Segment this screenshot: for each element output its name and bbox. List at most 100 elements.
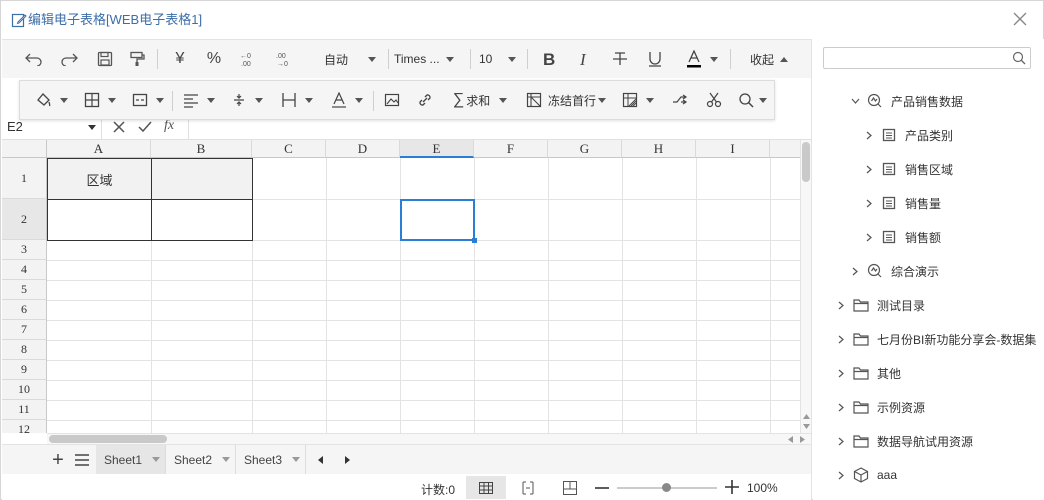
borders-button[interactable] — [82, 88, 118, 112]
redo-button[interactable] — [57, 47, 81, 71]
scroll-right-icon[interactable] — [800, 436, 805, 443]
close-icon[interactable] — [1013, 12, 1027, 26]
confirm-icon[interactable] — [138, 120, 152, 134]
increase-decimal-button[interactable]: ←0.00 — [237, 47, 261, 71]
zoom-in-icon[interactable] — [725, 480, 739, 494]
sheet-list-button[interactable] — [73, 448, 91, 472]
column-header[interactable]: H — [622, 140, 696, 158]
column-header[interactable] — [770, 140, 800, 158]
row-header[interactable]: 10 — [2, 380, 47, 400]
spreadsheet-grid[interactable]: A B C D E F G H I 1 2 3 4 5 6 7 8 9 10 1… — [2, 140, 800, 433]
column-width-button[interactable] — [278, 88, 316, 112]
cell-b1[interactable] — [151, 158, 253, 200]
save-button[interactable] — [93, 47, 117, 71]
align-button[interactable] — [180, 88, 218, 112]
tree-item-field[interactable]: 销售额 — [863, 226, 941, 248]
select-all-corner[interactable] — [2, 140, 47, 158]
cell-b2[interactable] — [151, 199, 253, 241]
tree-item-folder[interactable]: 数据导航试用资源 — [835, 430, 973, 452]
column-header[interactable]: E — [400, 140, 474, 158]
vertical-scrollbar[interactable] — [800, 140, 811, 433]
sheet-tab[interactable]: Sheet3 — [236, 445, 306, 474]
column-header[interactable]: G — [548, 140, 622, 158]
row-header[interactable]: 6 — [2, 300, 47, 320]
undo-button[interactable] — [22, 47, 46, 71]
strikethrough-button[interactable] — [608, 47, 632, 71]
row-header[interactable]: 12 — [2, 420, 47, 433]
zoom-out-icon[interactable] — [595, 483, 609, 493]
search-icon[interactable] — [1012, 51, 1026, 65]
insert-image-button[interactable] — [380, 88, 404, 112]
tree-item-field[interactable]: 产品类别 — [863, 124, 953, 146]
wrap-mode-select[interactable]: 自动 — [320, 47, 380, 71]
row-header[interactable]: 4 — [2, 260, 47, 280]
add-sheet-icon[interactable]: + — [49, 448, 67, 472]
row-header[interactable]: 1 — [2, 158, 47, 199]
horizontal-scrollbar[interactable] — [47, 433, 811, 444]
sum-button[interactable]: ∑ 求和 — [448, 88, 512, 112]
row-header[interactable]: 3 — [2, 240, 47, 260]
insert-link-button[interactable] — [413, 88, 437, 112]
format-painter-button[interactable] — [125, 47, 149, 71]
tree-item-field[interactable]: 销售量 — [863, 192, 941, 214]
function-icon[interactable]: fx — [164, 118, 174, 134]
fill-handle[interactable] — [472, 238, 477, 243]
chevron-right-icon[interactable] — [835, 469, 847, 481]
chevron-right-icon[interactable] — [849, 265, 861, 277]
font-size-select[interactable]: 10 — [479, 47, 519, 71]
horizontal-scroll-thumb[interactable] — [49, 435, 167, 443]
vertical-align-button[interactable] — [228, 88, 266, 112]
tree-item-field[interactable]: 销售区域 — [863, 158, 953, 180]
freeze-panes-button[interactable]: 冻结首行 — [522, 88, 610, 112]
underline-button[interactable] — [643, 47, 667, 71]
currency-button[interactable]: ¥ — [168, 47, 192, 71]
column-header[interactable]: I — [696, 140, 770, 158]
find-button[interactable] — [734, 88, 770, 112]
chevron-right-icon[interactable] — [835, 401, 847, 413]
sheet-tab[interactable]: Sheet2 — [166, 445, 236, 474]
tree-item-folder[interactable]: 其他 — [835, 362, 901, 384]
tree-item-folder[interactable]: 七月份BI新功能分享会-数据集 — [835, 328, 1036, 350]
text-color-button[interactable] — [327, 88, 367, 112]
column-header[interactable]: A — [47, 140, 151, 158]
merge-cells-button[interactable] — [130, 88, 166, 112]
row-header[interactable]: 7 — [2, 320, 47, 340]
normal-view-button[interactable] — [466, 476, 506, 499]
row-header[interactable]: 2 — [2, 199, 47, 240]
sheet-tab[interactable]: Sheet1 — [96, 445, 166, 474]
page-layout-button[interactable] — [516, 476, 540, 499]
font-color-button[interactable] — [682, 47, 722, 71]
scroll-left-icon[interactable] — [788, 436, 793, 443]
row-header[interactable]: 11 — [2, 400, 47, 420]
active-cell-e2[interactable] — [400, 199, 475, 241]
font-family-select[interactable]: Times ... — [394, 47, 464, 71]
decrease-decimal-button[interactable]: .00 →0 — [273, 47, 297, 71]
scroll-down-icon[interactable] — [803, 424, 810, 429]
next-sheet-icon[interactable] — [345, 456, 350, 464]
cancel-icon[interactable] — [112, 120, 126, 134]
row-header[interactable]: 8 — [2, 340, 47, 360]
column-header[interactable]: B — [151, 140, 252, 158]
tree-item-cube[interactable]: aaa — [835, 464, 897, 486]
tree-item-dataset[interactable]: 综合演示 — [849, 260, 939, 282]
conditional-format-button[interactable] — [618, 88, 658, 112]
column-header[interactable]: C — [252, 140, 326, 158]
chevron-right-icon[interactable] — [835, 435, 847, 447]
page-break-button[interactable] — [558, 476, 582, 499]
row-header[interactable]: 9 — [2, 360, 47, 380]
chevron-right-icon[interactable] — [863, 231, 875, 243]
bold-button[interactable]: B — [537, 47, 561, 71]
prev-sheet-icon[interactable] — [318, 456, 323, 464]
tree-item-dataset[interactable]: 产品销售数据 — [849, 90, 963, 112]
search-input[interactable] — [823, 47, 1031, 69]
sort-button[interactable] — [668, 88, 692, 112]
row-header[interactable]: 5 — [2, 280, 47, 300]
chevron-right-icon[interactable] — [863, 129, 875, 141]
tree-item-folder[interactable]: 示例资源 — [835, 396, 925, 418]
cut-button[interactable] — [702, 88, 726, 112]
chevron-right-icon[interactable] — [863, 163, 875, 175]
chevron-right-icon[interactable] — [835, 367, 847, 379]
cell-a1[interactable]: 区域 — [47, 158, 152, 200]
column-header[interactable]: D — [326, 140, 400, 158]
italic-button[interactable]: I — [572, 47, 596, 71]
